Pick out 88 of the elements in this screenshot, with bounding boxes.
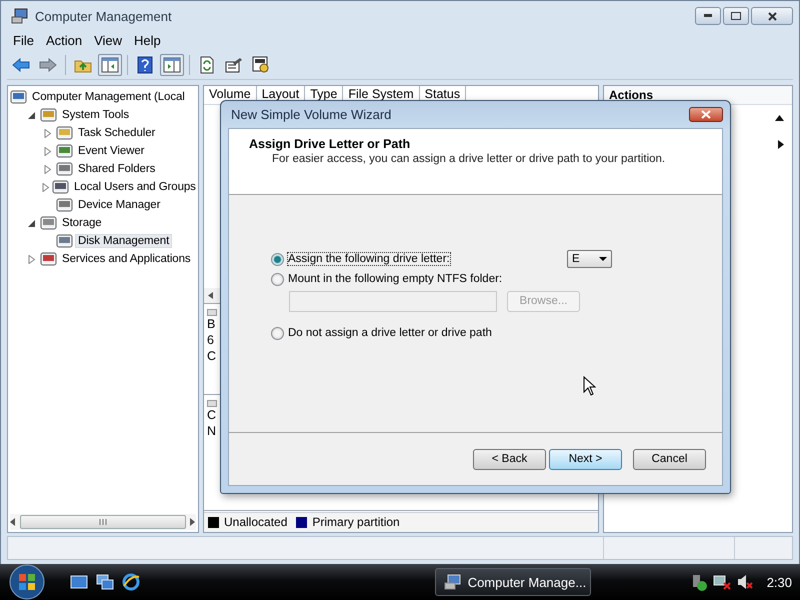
drive-letter-dropdown[interactable]: E <box>567 250 612 268</box>
grip-icon <box>99 519 107 525</box>
disk-label: 6 <box>207 332 214 348</box>
mouse-pointer-icon <box>583 376 596 396</box>
minimize-icon <box>704 14 712 18</box>
tree-node-icon <box>10 89 27 105</box>
security-icon[interactable] <box>690 573 707 591</box>
menu-item[interactable]: Help <box>128 31 167 51</box>
tree-node-icon <box>56 161 73 177</box>
refresh-icon <box>200 56 214 74</box>
tree-node-icon <box>40 215 57 231</box>
network-icon[interactable] <box>712 573 731 591</box>
close-button[interactable] <box>751 7 793 25</box>
menu-item[interactable]: Action <box>40 31 88 51</box>
disk-label: C <box>207 407 216 424</box>
dialog-title: New Simple Volume Wizard <box>231 107 392 122</box>
menu-item[interactable]: View <box>88 31 128 51</box>
collapsed-arrow-icon[interactable] <box>42 182 50 192</box>
back-arrow-icon <box>12 58 30 72</box>
wizard-button[interactable]: Cancel <box>633 448 706 470</box>
radio-button[interactable] <box>271 326 284 340</box>
tree-item[interactable]: Event Viewer <box>75 144 148 158</box>
tree-item[interactable]: Storage <box>59 216 105 230</box>
window-gear-icon <box>252 56 270 74</box>
toolbar-button[interactable] <box>98 54 122 76</box>
tree-node-icon <box>56 125 73 141</box>
speaker-muted-icon[interactable] <box>736 573 753 591</box>
tree-node-icon <box>40 251 57 267</box>
tree-item[interactable]: Services and Applications <box>59 252 194 266</box>
expand-arrow-icon[interactable] <box>778 140 784 148</box>
action-pane-icon <box>163 57 181 73</box>
wizard-button[interactable]: Next > <box>549 448 622 470</box>
horizontal-scrollbar[interactable] <box>10 514 196 530</box>
tree-node-icon <box>52 179 69 195</box>
taskbar-button[interactable]: Computer Manage... <box>434 568 591 596</box>
maximize-icon <box>731 12 741 20</box>
maximize-button[interactable] <box>723 7 749 25</box>
tree-node-icon <box>56 143 73 159</box>
desktop-icon[interactable] <box>70 574 88 590</box>
close-icon <box>701 110 711 119</box>
collapsed-arrow-icon[interactable] <box>44 128 52 138</box>
collapsed-arrow-icon[interactable] <box>28 254 36 264</box>
computer-icon <box>11 8 29 24</box>
tree-item[interactable]: Device Manager <box>75 198 164 212</box>
minimize-button[interactable] <box>695 7 721 25</box>
scroll-right-icon[interactable] <box>190 518 196 526</box>
window-switch-icon[interactable] <box>96 574 114 590</box>
browser-icon[interactable] <box>122 573 140 591</box>
clock: 2:30 <box>766 574 792 590</box>
wizard-button[interactable]: < Back <box>473 448 546 470</box>
collapse-arrow-icon[interactable] <box>775 115 784 121</box>
scroll-left-icon[interactable] <box>208 292 213 300</box>
disk-label: C <box>207 348 216 364</box>
close-button[interactable] <box>689 107 723 122</box>
wizard-heading: Assign Drive Letter or Path <box>249 137 412 151</box>
collapsed-arrow-icon[interactable] <box>44 164 52 174</box>
tree-item[interactable]: Task Scheduler <box>75 126 158 140</box>
expanded-arrow-icon[interactable] <box>28 110 36 120</box>
tree-item[interactable]: Computer Management (Local <box>29 90 188 104</box>
disk-label: N <box>207 423 216 440</box>
radio-button[interactable] <box>271 252 284 266</box>
menu-item[interactable]: File <box>7 31 40 51</box>
tree-node-icon <box>40 107 57 123</box>
tree-item[interactable]: Local Users and Groups <box>71 180 199 194</box>
dropdown-arrow-icon <box>599 257 607 261</box>
tree-item[interactable]: Shared Folders <box>75 162 158 176</box>
close-icon <box>768 12 776 20</box>
start-orb-icon[interactable] <box>8 564 46 600</box>
tree-item[interactable]: System Tools <box>59 108 132 122</box>
scroll-left-icon[interactable] <box>10 518 16 526</box>
collapsed-arrow-icon[interactable] <box>44 146 52 156</box>
legend-label: Unallocated <box>224 515 288 530</box>
expanded-arrow-icon[interactable] <box>28 218 36 228</box>
console-tree-icon <box>101 57 119 73</box>
wizard-subheading: For easier access, you can assign a drive letter or drive path to your partition. <box>271 153 666 165</box>
tree-node-icon <box>56 197 73 213</box>
tree-item[interactable]: Disk Management <box>75 234 172 248</box>
disk-label: B <box>207 316 216 332</box>
legend-label: Primary partition <box>312 515 400 530</box>
computer-icon <box>444 574 462 590</box>
window-title: Computer Management <box>35 8 172 24</box>
help-icon <box>137 56 153 74</box>
tree-node-icon <box>56 233 73 249</box>
toolbar-button[interactable] <box>160 54 184 76</box>
option-label[interactable]: Do not assign a drive letter or drive path <box>288 327 492 339</box>
option-label[interactable]: Assign the following drive letter: <box>288 253 450 265</box>
properties-icon <box>225 57 243 73</box>
forward-arrow-icon <box>39 58 57 72</box>
